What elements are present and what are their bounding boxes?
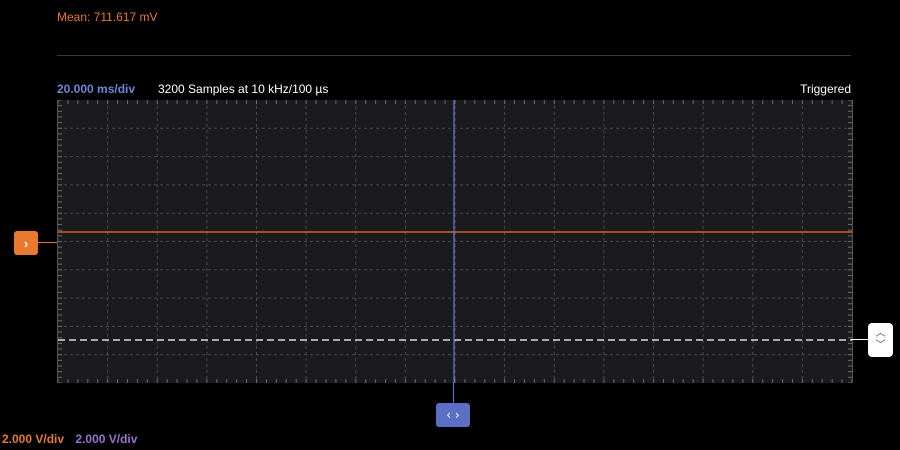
channel-offset-marker[interactable]: › xyxy=(14,231,38,255)
chevron-right-icon: › xyxy=(23,235,29,251)
separator-line xyxy=(57,55,851,56)
channel-a-scale[interactable]: 2.000 V/div xyxy=(2,432,64,446)
horizontal-position-line xyxy=(453,383,454,403)
timebase-label[interactable]: 20.000 ms/div xyxy=(57,82,135,96)
channel-scale-row: 2.000 V/div 2.000 V/div xyxy=(2,432,137,446)
acquisition-info-row: 20.000 ms/div 3200 Samples at 10 kHz/100… xyxy=(57,82,851,98)
channel-offset-marker-line xyxy=(38,242,57,243)
waveform-display xyxy=(58,100,852,383)
mean-measurement: Mean: 711.617 mV xyxy=(57,10,158,24)
scope-plot-area[interactable] xyxy=(57,100,853,383)
horizontal-position-control[interactable]: ‹ › xyxy=(436,403,470,427)
trigger-level-control[interactable]: ︿ ﹀ xyxy=(868,323,893,357)
trigger-level-marker-line xyxy=(851,339,868,340)
channel-b-scale[interactable]: 2.000 V/div xyxy=(75,432,137,446)
samples-label: 3200 Samples at 10 kHz/100 µs xyxy=(158,82,329,96)
chevron-up-icon[interactable]: ︿ xyxy=(876,328,886,340)
chevron-down-icon[interactable]: ﹀ xyxy=(876,340,886,352)
trigger-status-label: Triggered xyxy=(800,82,851,96)
chevron-left-right-icon: ‹ › xyxy=(446,408,460,422)
